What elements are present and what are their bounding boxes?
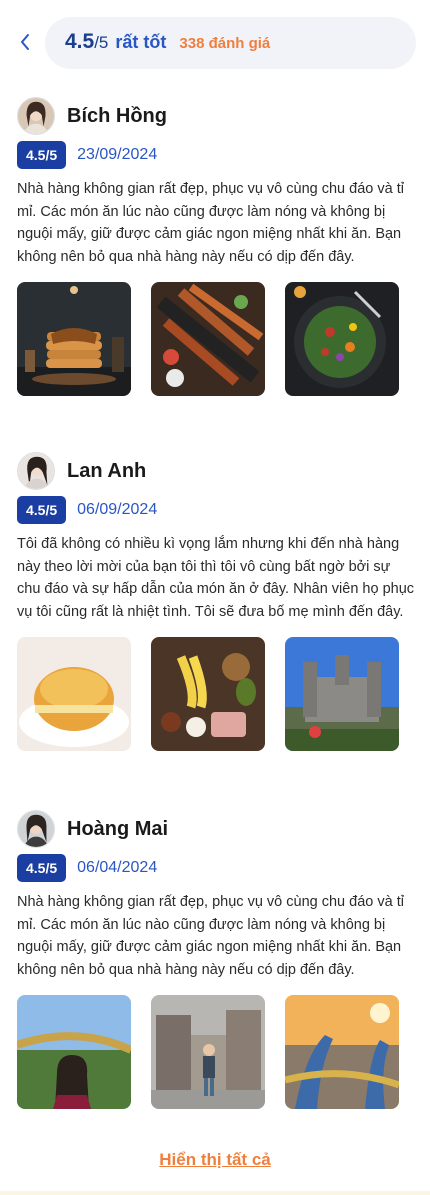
review-photo-golden-hands[interactable] <box>285 995 399 1109</box>
avatar[interactable] <box>17 810 55 848</box>
review-date: 23/09/2024 <box>77 146 158 163</box>
chevron-left-icon <box>21 34 29 50</box>
review-text: Nhà hàng không gian rất đẹp, phục vụ vô … <box>17 894 404 978</box>
rating-badge: 4.5/5 <box>17 496 67 524</box>
review-photos <box>17 637 417 751</box>
review-photo-traveler-castle[interactable] <box>151 995 265 1109</box>
rating-badge: 4.5/5 <box>17 854 67 882</box>
show-all-link[interactable]: Hiển thị tất cả <box>0 1150 430 1170</box>
avatar[interactable] <box>17 452 55 490</box>
review-photo-golden-bridge-woman[interactable] <box>17 995 131 1109</box>
reviewer-name: Bích Hồng <box>67 104 167 127</box>
review-card: Hoàng Mai 4.5/5 06/04/2024 Nhà hàng khôn… <box>17 809 417 1109</box>
review-card: Bích Hồng 4.5/5 23/09/2024 Nhà hàng khôn… <box>17 96 417 396</box>
bottom-divider <box>0 1191 430 1195</box>
rating-label: rất tốt <box>115 32 167 52</box>
reviewer-name: Lan Anh <box>67 459 147 482</box>
review-photo-groceries[interactable] <box>151 637 265 751</box>
review-card: Lan Anh 4.5/5 06/09/2024 Tôi đã không có… <box>17 451 417 751</box>
review-text: Nhà hàng không gian rất đẹp, phục vụ vô … <box>17 181 404 265</box>
avatar[interactable] <box>17 97 55 135</box>
review-photo-skewers[interactable] <box>151 282 265 396</box>
review-photos <box>17 995 417 1109</box>
review-date: 06/09/2024 <box>77 501 158 518</box>
back-button[interactable] <box>13 29 37 55</box>
rating-badge: 4.5/5 <box>17 141 67 169</box>
rating-summary: 4.5 /5 rất tốt 338 đánh giá <box>45 17 416 69</box>
review-count: 338 đánh giá <box>179 35 271 52</box>
review-photo-castle[interactable] <box>285 637 399 751</box>
review-photo-pancakes[interactable] <box>17 282 131 396</box>
review-date: 06/04/2024 <box>77 859 158 876</box>
header: 4.5 /5 rất tốt 338 đánh giá <box>0 17 430 69</box>
review-photos <box>17 282 417 396</box>
reviewer-name: Hoàng Mai <box>67 817 169 840</box>
overall-max: /5 <box>94 33 109 52</box>
overall-score: 4.5 <box>65 30 95 53</box>
review-text: Tôi đã không có nhiều kì vọng lắm nhưng … <box>17 536 415 620</box>
review-photo-salad[interactable] <box>285 282 399 396</box>
review-photo-bun[interactable] <box>17 637 131 751</box>
